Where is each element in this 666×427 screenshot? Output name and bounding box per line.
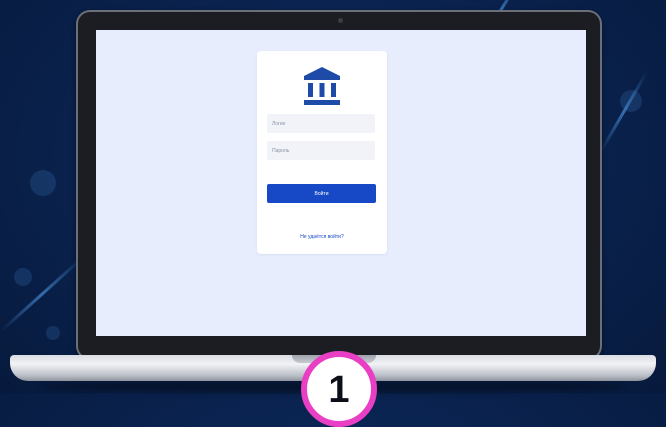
webcam bbox=[338, 18, 343, 23]
light-streak bbox=[600, 72, 648, 152]
password-input[interactable] bbox=[267, 141, 375, 160]
login-card: Войти Не удаётся войти? bbox=[257, 51, 387, 254]
login-input[interactable] bbox=[267, 114, 375, 133]
cant-login-link[interactable]: Не удаётся войти? bbox=[257, 234, 387, 240]
bokeh-dot bbox=[620, 90, 642, 112]
step-badge: 1 bbox=[301, 351, 377, 427]
login-button[interactable]: Войти bbox=[267, 184, 376, 203]
bokeh-dot bbox=[14, 268, 32, 286]
bank-building-icon bbox=[304, 67, 340, 105]
bokeh-dot bbox=[30, 170, 56, 196]
step-number: 1 bbox=[328, 369, 350, 411]
laptop-lid: Войти Не удаётся войти? bbox=[76, 10, 602, 360]
laptop-screen: Войти Не удаётся войти? bbox=[96, 30, 586, 336]
bokeh-dot bbox=[46, 326, 60, 340]
light-streak bbox=[0, 256, 84, 333]
